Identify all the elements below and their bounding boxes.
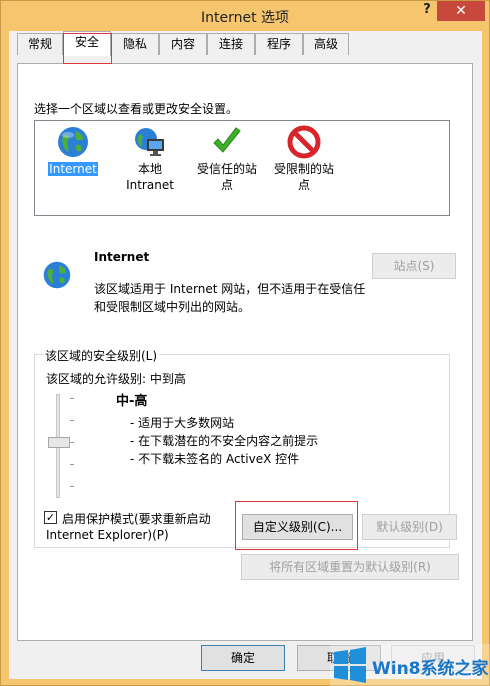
zone-intranet-label-line2: Intranet: [126, 178, 174, 192]
tab-general[interactable]: 常规: [17, 33, 63, 55]
zone-restricted-sites[interactable]: 受限制的站 点: [266, 125, 342, 193]
custom-level-button[interactable]: 自定义级别(C)...: [242, 514, 353, 540]
globe-icon: [43, 261, 71, 289]
protected-mode-checkbox[interactable]: ✓: [44, 511, 57, 524]
protected-mode-label-line2[interactable]: Internet Explorer)(P): [46, 528, 169, 542]
tab-highlight-box: [63, 33, 112, 64]
security-slider-thumb[interactable]: [48, 437, 70, 448]
zone-list[interactable]: Internet 本地 Intranet 受信任的站 点 受限制的站 点: [34, 120, 450, 216]
select-zone-label: 选择一个区域以查看或更改安全设置。: [34, 102, 239, 116]
level-bullet-2: - 在下载潜在的不安全内容之前提示: [130, 434, 319, 448]
default-level-button[interactable]: 默认级别(D): [362, 514, 457, 540]
globe-icon: [58, 127, 88, 157]
security-tab-page: 选择一个区域以查看或更改安全设置。 Internet 本地 Intranet 受…: [17, 63, 473, 641]
tab-privacy[interactable]: 隐私: [111, 33, 159, 55]
slider-tick: [70, 442, 74, 443]
help-button[interactable]: ?: [419, 2, 435, 20]
sites-button[interactable]: 站点(S): [372, 253, 456, 279]
security-level-name: 中-高: [116, 394, 148, 409]
close-button[interactable]: ✕: [437, 1, 485, 21]
dialog-window: Internet 选项 ? ✕ 常规 安全 隐私 内容 连接 程序 高级 选择一…: [0, 0, 490, 686]
zone-local-intranet[interactable]: 本地 Intranet: [112, 125, 188, 193]
zone-name-heading: Internet: [94, 250, 150, 264]
tab-content[interactable]: 内容: [159, 33, 207, 55]
slider-tick: [70, 420, 74, 421]
checkmark-icon: [213, 127, 241, 153]
zone-intranet-label-line1: 本地: [137, 162, 162, 176]
slider-tick: [70, 486, 74, 487]
ok-button[interactable]: 确定: [201, 645, 285, 671]
tab-programs[interactable]: 程序: [255, 33, 303, 55]
tab-advanced[interactable]: 高级: [303, 33, 349, 55]
zone-description-line1: 该区域适用于 Internet 网站，但不适用于在受信任: [94, 282, 366, 296]
zone-trusted-sites[interactable]: 受信任的站 点: [189, 125, 265, 193]
window-title: Internet 选项: [200, 10, 290, 26]
intranet-icon: [135, 128, 164, 156]
protected-mode-label-line1[interactable]: 启用保护模式(要求重新启动: [62, 510, 211, 527]
zone-restricted-label-line2: 点: [297, 178, 310, 192]
title-bar: Internet 选项 ? ✕: [1, 1, 489, 31]
slider-tick: [70, 464, 74, 465]
level-bullet-3: - 不下载未签名的 ActiveX 控件: [130, 452, 300, 466]
dialog-client-area: 常规 安全 隐私 内容 连接 程序 高级 选择一个区域以查看或更改安全设置。 I…: [9, 31, 482, 679]
reset-all-zones-button[interactable]: 将所有区域重置为默认级别(R): [241, 554, 459, 580]
tab-connections[interactable]: 连接: [207, 33, 255, 55]
zone-trusted-label-line1: 受信任的站: [196, 162, 257, 176]
zone-internet[interactable]: Internet: [35, 125, 111, 177]
watermark-text: Win8系统之家: [372, 659, 489, 679]
level-bullet-1: - 适用于大多数网站: [130, 416, 235, 430]
zone-internet-label: Internet: [48, 162, 98, 176]
slider-tick: [70, 398, 74, 399]
zone-description-line2: 和受限制区域中列出的网站。: [94, 300, 251, 314]
security-level-group-title: 该区域的安全级别(L): [43, 347, 160, 364]
watermark: Win8系统之家: [330, 644, 490, 686]
allowed-level-label: 该区域的允许级别: 中到高: [46, 372, 186, 386]
zone-restricted-label-line1: 受限制的站: [273, 162, 334, 176]
zone-trusted-label-line2: 点: [220, 178, 233, 192]
restricted-icon: [287, 125, 321, 159]
